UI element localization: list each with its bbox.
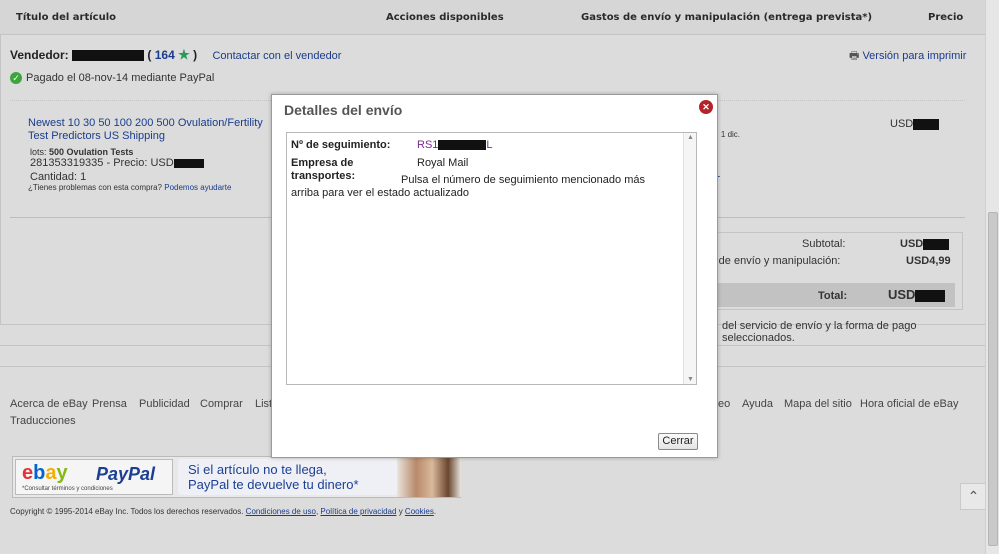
cookies-link[interactable]: Cookies xyxy=(405,507,434,516)
printer-icon: 🖶 xyxy=(849,50,860,62)
carrier-value: Royal Mail xyxy=(417,157,469,169)
footer-link-video[interactable]: eo xyxy=(718,398,730,410)
col-shipping: Gastos de envío y manipulación (entrega … xyxy=(581,12,873,23)
redacted-seller-name xyxy=(72,50,145,62)
logos-box: ebay PayPal *Consultar términos y condic… xyxy=(15,459,173,495)
paid-status-text: Pagado el 08-nov-14 mediante PayPal xyxy=(26,72,215,84)
redacted-total xyxy=(915,289,946,302)
star-icon: ★ xyxy=(178,47,190,62)
close-button[interactable]: Cerrar xyxy=(658,433,698,450)
tracking-label: Nº de seguimiento: xyxy=(291,139,391,151)
feedback-score-link[interactable]: 164 xyxy=(155,48,175,62)
seller-label: Vendedor: xyxy=(10,48,69,62)
terms-link[interactable]: Condiciones de uso xyxy=(246,507,316,516)
footer-link-advertising[interactable]: Publicidad xyxy=(139,398,190,410)
paypal-protection-banner[interactable]: ebay PayPal *Consultar términos y condic… xyxy=(12,456,461,498)
redacted-tracking xyxy=(438,140,487,151)
banner-message: Si el artículo no te llega, PayPal te de… xyxy=(178,459,398,495)
redacted-subtotal xyxy=(923,238,950,250)
order-table-header: Título del artículo Acciones disponibles… xyxy=(0,0,985,35)
paid-status: ✓ Pagado el 08-nov-14 mediante PayPal xyxy=(10,72,214,84)
paypal-logo: PayPal xyxy=(96,464,156,484)
subtotal-value: USD xyxy=(900,238,950,250)
shipping-label: os de envío y manipulación: xyxy=(704,255,841,267)
seller-row: Vendedor: ( 164 ★ ) Contactar con el ven… xyxy=(10,47,342,62)
print-version-link[interactable]: 🖶 Versión para imprimir xyxy=(849,47,966,66)
privacy-link[interactable]: Política de privacidad xyxy=(320,507,396,516)
shipping-value: USD4,99 xyxy=(906,255,951,267)
redacted-price xyxy=(173,158,204,168)
check-icon: ✓ xyxy=(10,72,22,84)
tracking-number-link[interactable]: RS1 L xyxy=(417,139,493,151)
total-label: Total: xyxy=(818,290,848,302)
col-price: Precio xyxy=(928,12,964,23)
arrow-down-icon[interactable]: ▼ xyxy=(687,376,694,383)
item-price: USD xyxy=(890,118,940,130)
item-id-price: 281353319335 - Precio: USD xyxy=(30,157,204,169)
item-lots: lots: 500 Ovulation Tests xyxy=(30,147,134,157)
back-to-top-button[interactable]: ⌃ xyxy=(960,483,987,510)
redacted-price xyxy=(913,118,940,130)
details-box: Nº de seguimiento: RS1 L Empresa de trans… xyxy=(286,132,697,385)
ebay-logo: ebay xyxy=(22,462,68,484)
close-icon[interactable]: ✕ xyxy=(699,100,713,114)
details-scrollbar[interactable]: ▲ ▼ xyxy=(683,133,696,384)
footer-link-translations[interactable]: Traducciones xyxy=(10,415,76,427)
footer-link-buy[interactable]: Comprar xyxy=(200,398,243,410)
col-title: Título del artículo xyxy=(16,12,117,23)
help-link[interactable]: Podemos ayudarte xyxy=(164,183,231,192)
col-actions: Acciones disponibles xyxy=(386,12,504,23)
footer-link-about[interactable]: Acerca de eBay xyxy=(10,398,88,410)
subtotal-label: Subtotal: xyxy=(802,238,846,250)
banner-terms: *Consultar términos y condiciones xyxy=(22,486,113,492)
contact-seller-link[interactable]: Contactar con el vendedor xyxy=(212,50,341,62)
dialog-title: Detalles del envío xyxy=(284,102,403,118)
chevron-up-icon: ⌃ xyxy=(967,488,980,504)
tracking-message: Pulsa el número de seguimiento mencionad… xyxy=(291,174,645,199)
print-version-label: Versión para imprimir xyxy=(862,50,967,62)
total-value: USD xyxy=(888,287,946,302)
banner-photo xyxy=(397,457,461,497)
item-quantity: Cantidad: 1 xyxy=(30,171,87,183)
item-title-link[interactable]: Newest 10 30 50 100 200 500 Ovulation/Fe… xyxy=(28,117,278,143)
footer-link-help[interactable]: Ayuda xyxy=(742,398,773,410)
footer-link-press[interactable]: Prensa xyxy=(92,398,127,410)
footer-link-official-time[interactable]: Hora oficial de eBay xyxy=(860,398,958,410)
copyright: Copyright © 1995-2014 eBay Inc. Todos lo… xyxy=(10,507,437,516)
footer-link-sitemap[interactable]: Mapa del sitio xyxy=(784,398,852,410)
scrollbar-thumb[interactable] xyxy=(988,212,998,546)
shipping-note: del servicio de envío y la forma de pago… xyxy=(722,320,917,344)
arrow-up-icon[interactable]: ▲ xyxy=(687,134,694,141)
page-scrollbar[interactable] xyxy=(985,0,999,554)
item-help: ¿Tienes problemas con esta compra? Podem… xyxy=(28,183,232,192)
shipping-details-dialog: Detalles del envío ✕ Nº de seguimiento: … xyxy=(271,94,718,458)
footer-link-list[interactable]: List xyxy=(255,398,272,410)
